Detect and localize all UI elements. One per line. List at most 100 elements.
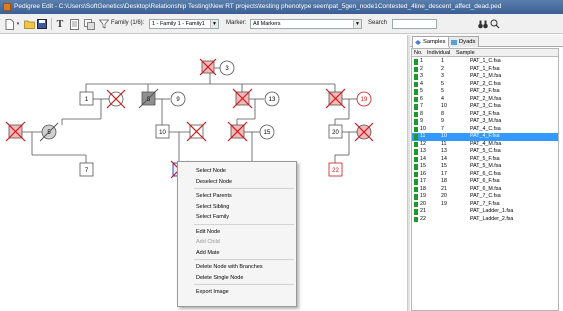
cell-individual: 15 <box>441 163 447 169</box>
table-row[interactable]: 21 PAT_Ladder_1.fsa <box>412 208 558 216</box>
new-dropdown-icon[interactable]: ▾ <box>15 18 21 30</box>
app-icon <box>3 3 11 11</box>
table-row[interactable]: 15 15 PAT_5_M.fsa <box>412 163 558 171</box>
table-row[interactable]: 3 3 PAT_1_M.fsa <box>412 73 558 81</box>
menu-item-select-sibling[interactable]: Select Sibling <box>178 202 296 212</box>
cell-sample: PAT_3_M.fsa <box>470 118 502 124</box>
menu-item-select-family[interactable]: Select Family <box>178 212 296 222</box>
sample-file-icon <box>414 81 418 87</box>
table-row[interactable]: 13 13 PAT_5_C.fsa <box>412 148 558 156</box>
table-row[interactable]: 17 18 PAT_6_F.fsa <box>412 178 558 186</box>
table-row[interactable]: 12 11 PAT_4_M.fsa <box>412 140 558 149</box>
sample-file-icon <box>414 104 418 110</box>
column-header-individual[interactable]: Individual <box>427 50 450 56</box>
menu-item-select-node[interactable]: Select Node <box>178 166 296 176</box>
node-label-13: 13 <box>269 97 276 103</box>
search-label: Search <box>368 20 388 26</box>
cell-sample: PAT_3_C.fsa <box>470 103 501 109</box>
table-row[interactable]: 18 21 PAT_6_M.fsa <box>412 186 558 194</box>
cell-sample: PAT_1_M.fsa <box>470 73 502 79</box>
table-row[interactable]: 2 2 PAT_1_F.fsa <box>412 65 558 74</box>
family-select[interactable]: 1 - Family 1 - Family1 ▼ <box>149 19 219 29</box>
table-row[interactable]: 19 20 PAT_7_C.fsa <box>412 193 558 201</box>
chevron-down-icon[interactable]: ▼ <box>210 20 218 28</box>
sample-file-icon <box>414 74 418 80</box>
cell-no: 9 <box>420 118 423 124</box>
cell-individual: 14 <box>441 155 447 162</box>
cell-sample: PAT_3_F.fsa <box>470 110 500 117</box>
menu-item-edit-node[interactable]: Edit Node <box>178 227 296 237</box>
menu-item-add-child[interactable]: Add Child <box>178 237 296 247</box>
cell-individual: 10 <box>441 133 447 139</box>
menu-separator <box>194 223 294 225</box>
toolbar-separator <box>51 18 52 30</box>
table-row[interactable]: 5 5 PAT_2_F.fsa <box>412 88 558 96</box>
sample-file-icon <box>414 149 418 155</box>
open-folder-icon[interactable] <box>24 18 35 30</box>
sample-file-icon <box>414 164 418 170</box>
table-row[interactable]: 16 17 PAT_6_C.fsa <box>412 170 558 179</box>
table-row[interactable]: 14 14 PAT_5_F.fsa <box>412 155 558 164</box>
cell-sample: PAT_4_C.fsa <box>470 125 501 132</box>
family-select-value: 1 - Family 1 - Family1 <box>152 21 205 27</box>
menu-item-deselect-node[interactable]: Deselect Node <box>178 177 296 187</box>
menu-item-add-mate[interactable]: Add Mate <box>178 248 296 258</box>
document-icon[interactable] <box>69 18 79 30</box>
column-header-no[interactable]: No. <box>414 50 423 56</box>
text-icon[interactable]: T <box>55 18 65 30</box>
find-next-icon[interactable] <box>490 18 500 30</box>
table-row[interactable]: 1 1 PAT_1_C.fsa <box>412 58 558 66</box>
cell-no: 14 <box>420 155 426 162</box>
new-file-icon[interactable] <box>4 18 14 30</box>
table-header: No. Individual Sample <box>412 49 558 57</box>
tab-dyads[interactable]: Dyads <box>448 36 480 47</box>
cell-individual: 17 <box>441 170 447 177</box>
table-row[interactable]: 22 PAT_Ladder_2.fsa <box>412 215 558 224</box>
binoculars-icon[interactable] <box>478 18 488 30</box>
search-input[interactable] <box>392 19 437 29</box>
copy-icon[interactable] <box>84 18 95 30</box>
cell-no: 12 <box>420 140 426 147</box>
sample-file-icon <box>414 156 418 162</box>
marker-select[interactable]: All Markers ▼ <box>250 19 362 29</box>
family-label: Family (1/6): <box>111 20 145 26</box>
table-row[interactable]: 11 10 PAT_4_F.fsa <box>412 133 558 141</box>
menu-item-delete-single-node[interactable]: Delete Single Node <box>178 273 296 283</box>
table-row[interactable]: 9 9 PAT_3_M.fsa <box>412 118 558 126</box>
menu-item-select-parents[interactable]: Select Parents <box>178 191 296 201</box>
sample-file-icon <box>414 119 418 125</box>
cell-individual: 7 <box>441 125 444 132</box>
cell-individual: 11 <box>441 140 447 147</box>
tab-samples[interactable]: Samples <box>412 36 450 48</box>
column-header-sample[interactable]: Sample <box>456 50 475 56</box>
menu-separator <box>194 284 294 285</box>
table-row[interactable]: 20 19 PAT_7_F.fsa <box>412 200 558 209</box>
cell-individual: 9 <box>441 118 444 124</box>
pedigree-lines <box>22 67 357 163</box>
menu-item-export-image[interactable]: Export Image <box>178 287 296 297</box>
cell-individual: 8 <box>441 110 444 117</box>
samples-icon <box>415 40 421 45</box>
table-row[interactable]: 8 8 PAT_3_F.fsa <box>412 110 558 119</box>
table-row[interactable]: 4 5 PAT_2_C.fsa <box>412 81 558 89</box>
menu-item-delete-node-with-branches[interactable]: Delete Node with Branches <box>178 262 296 272</box>
save-icon[interactable] <box>37 18 47 30</box>
cell-sample: PAT_4_M.fsa <box>470 140 502 147</box>
cell-no: 15 <box>420 163 426 169</box>
cell-no: 6 <box>420 95 423 102</box>
sample-file-icon <box>414 201 418 207</box>
sample-file-icon <box>414 171 418 177</box>
cell-no: 20 <box>420 200 426 207</box>
chevron-down-icon[interactable]: ▼ <box>353 20 361 28</box>
table-row[interactable]: 7 10 PAT_3_C.fsa <box>412 103 558 111</box>
cell-sample: PAT_Ladder_2.fsa <box>470 215 514 222</box>
menu-separator <box>194 259 294 260</box>
cell-sample: PAT_2_F.fsa <box>470 88 500 94</box>
cell-no: 8 <box>420 110 423 117</box>
cell-individual: 2 <box>441 65 444 72</box>
filter-icon[interactable] <box>99 18 109 30</box>
table-row[interactable]: 6 4 PAT_2_M.fsa <box>412 95 558 104</box>
cell-sample: PAT_Ladder_1.fsa <box>470 208 514 214</box>
cell-sample: PAT_2_M.fsa <box>470 95 502 102</box>
table-row[interactable]: 10 7 PAT_4_C.fsa <box>412 125 558 134</box>
